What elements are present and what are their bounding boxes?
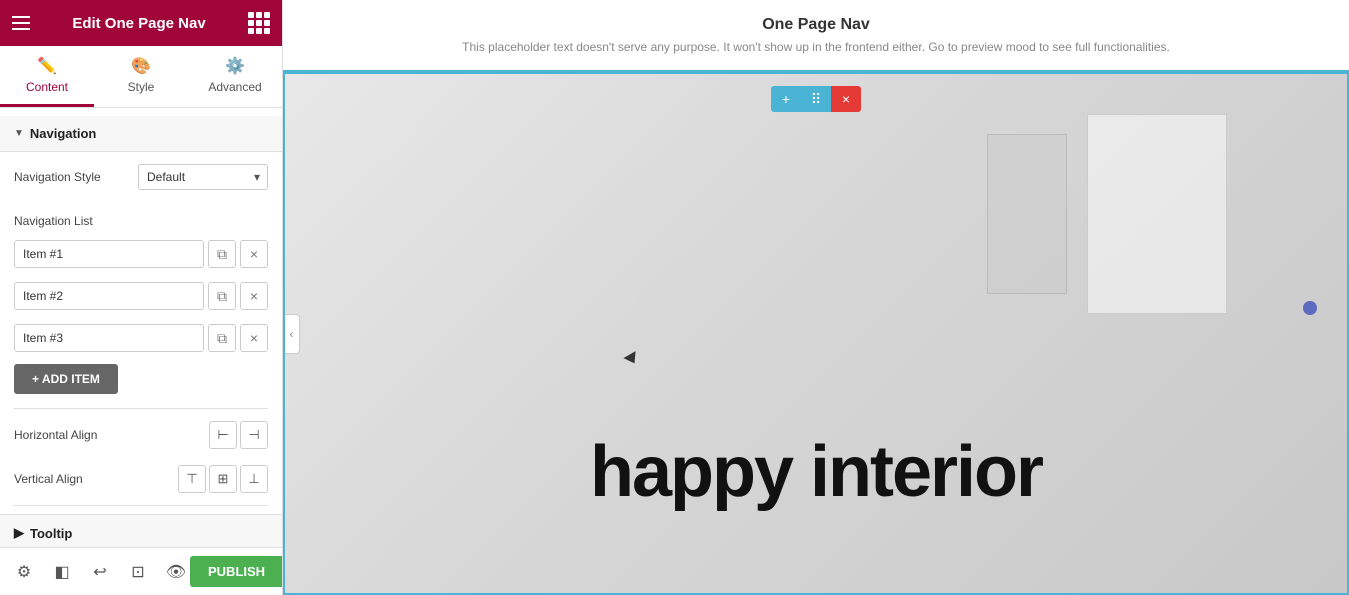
nav-item-1-delete-button[interactable]: × [240, 240, 268, 268]
hero-text: happy interior [285, 431, 1347, 513]
publish-button[interactable]: PUBLISH [190, 556, 283, 587]
sidebar-header: Edit One Page Nav [0, 0, 282, 46]
align-top-button[interactable]: ⊤ [178, 465, 206, 493]
nav-item-2-input[interactable] [14, 282, 204, 310]
style-icon: 🎨 [131, 56, 151, 76]
sidebar: Edit One Page Nav ✏️ Content 🎨 Style ⚙️ … [0, 0, 283, 595]
tab-content[interactable]: ✏️ Content [0, 46, 94, 107]
vertical-align-label: Vertical Align [14, 472, 83, 486]
main-area: One Page Nav This placeholder text doesn… [283, 0, 1349, 595]
deco-rect [1087, 114, 1227, 314]
preview-icon[interactable]: 👁 [162, 558, 190, 586]
tooltip-arrow-icon: ▶ [14, 525, 24, 541]
advanced-icon: ⚙️ [225, 56, 245, 76]
add-item-button[interactable]: + ADD ITEM [14, 364, 118, 394]
nav-item-3-row: ⧉ × [0, 320, 282, 356]
navigation-section-header[interactable]: ▼ Navigation [0, 116, 282, 152]
vertical-align-buttons: ⊤ ⊞ ⊥ [178, 465, 268, 493]
publish-wrapper: PUBLISH ▲ [190, 556, 283, 587]
nav-item-3-delete-button[interactable]: × [240, 324, 268, 352]
content-icon: ✏️ [37, 56, 57, 76]
interior-background: happy interior [285, 74, 1347, 593]
sidebar-content: ▼ Navigation Navigation Style Default Le… [0, 108, 282, 547]
layers-icon[interactable]: ◧ [48, 558, 76, 586]
tab-content-label: Content [26, 80, 68, 94]
nav-dot-1[interactable] [1303, 301, 1317, 315]
align-middle-button[interactable]: ⊞ [209, 465, 237, 493]
widget-header-bar: One Page Nav This placeholder text doesn… [283, 0, 1349, 72]
horizontal-align-buttons: ⊢ ⊣ [209, 421, 268, 449]
deco-shelf [987, 134, 1067, 294]
nav-item-1-input[interactable] [14, 240, 204, 268]
responsive-icon[interactable]: ⊡ [124, 558, 152, 586]
footer-icons: ⚙ ◧ ↩ ⊡ 👁 [10, 558, 190, 586]
nav-list-label: Navigation List [0, 214, 282, 236]
align-left-button[interactable]: ⊢ [209, 421, 237, 449]
divider-2 [14, 505, 268, 506]
move-section-button[interactable]: ⠿ [801, 86, 831, 112]
navigation-section-label: Navigation [30, 126, 96, 141]
floating-toolbar: + ⠿ × [771, 86, 861, 112]
nav-dot-2[interactable] [1304, 329, 1316, 341]
nav-style-row: Navigation Style Default Left Right Cent… [14, 164, 268, 190]
tab-style[interactable]: 🎨 Style [94, 46, 188, 107]
right-side-dots [1303, 301, 1317, 367]
widget-subtitle: This placeholder text doesn't serve any … [307, 40, 1325, 54]
nav-dot-3[interactable] [1304, 355, 1316, 367]
preview-area: + ⠿ × happy interior ‹ [283, 72, 1349, 595]
widget-title: One Page Nav [307, 16, 1325, 34]
horizontal-align-row: Horizontal Align ⊢ ⊣ [0, 417, 282, 453]
grid-icon[interactable] [248, 12, 270, 34]
settings-icon[interactable]: ⚙ [10, 558, 38, 586]
sidebar-collapse-button[interactable]: ‹ [284, 314, 300, 354]
nav-item-2-delete-button[interactable]: × [240, 282, 268, 310]
tooltip-section-label: Tooltip [30, 526, 72, 541]
nav-item-2-row: ⧉ × [0, 278, 282, 314]
nav-item-3-input[interactable] [14, 324, 204, 352]
align-bottom-button[interactable]: ⊥ [240, 465, 268, 493]
nav-item-1-row: ⧉ × [0, 236, 282, 272]
nav-style-select-wrapper: Default Left Right Center [138, 164, 268, 190]
nav-item-1-duplicate-button[interactable]: ⧉ [208, 240, 236, 268]
undo-icon[interactable]: ↩ [86, 558, 114, 586]
divider-1 [14, 408, 268, 409]
tooltip-section-header[interactable]: ▶ Tooltip [0, 514, 282, 547]
navigation-form: Navigation Style Default Left Right Cent… [0, 152, 282, 214]
sidebar-tabs: ✏️ Content 🎨 Style ⚙️ Advanced [0, 46, 282, 108]
hamburger-icon[interactable] [12, 16, 30, 30]
nav-style-label: Navigation Style [14, 170, 101, 184]
delete-section-button[interactable]: × [831, 86, 861, 112]
tab-advanced-label: Advanced [208, 80, 261, 94]
nav-style-select[interactable]: Default Left Right Center [138, 164, 268, 190]
sidebar-footer: ⚙ ◧ ↩ ⊡ 👁 PUBLISH ▲ [0, 547, 282, 595]
align-right-button[interactable]: ⊣ [240, 421, 268, 449]
cursor-indicator [623, 351, 640, 367]
add-section-button[interactable]: + [771, 86, 801, 112]
horizontal-align-label: Horizontal Align [14, 428, 97, 442]
tab-advanced[interactable]: ⚙️ Advanced [188, 46, 282, 107]
tab-style-label: Style [128, 80, 155, 94]
vertical-align-row: Vertical Align ⊤ ⊞ ⊥ [0, 461, 282, 497]
nav-item-2-duplicate-button[interactable]: ⧉ [208, 282, 236, 310]
sidebar-title: Edit One Page Nav [72, 15, 205, 32]
nav-arrow-icon: ▼ [14, 128, 24, 139]
nav-item-3-duplicate-button[interactable]: ⧉ [208, 324, 236, 352]
